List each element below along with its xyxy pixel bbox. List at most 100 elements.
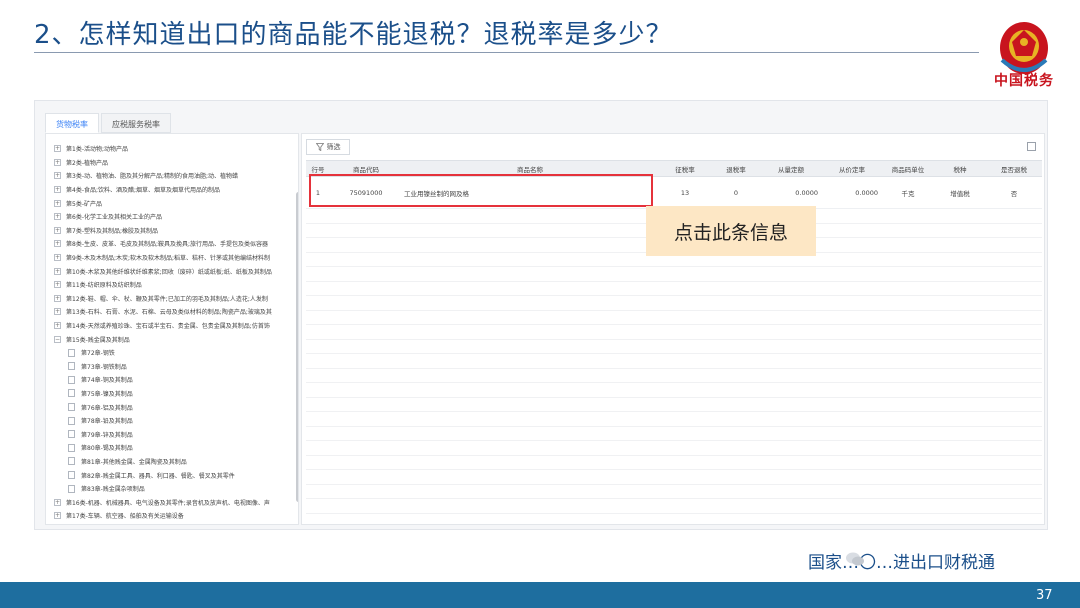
expand-icon[interactable]: +	[54, 213, 61, 221]
tree-chapter-item[interactable]: 第73章-钢铁制品	[54, 360, 290, 374]
document-icon	[68, 443, 75, 452]
expand-icon[interactable]: +	[54, 158, 61, 166]
empty-table-row	[306, 369, 1042, 383]
tree-category-item[interactable]: + 第5类-矿产品	[54, 196, 290, 210]
tree-category-item[interactable]: + 第11类-纺织原料及纺织制品	[54, 278, 290, 292]
tab-service-tax-rate[interactable]: 应税服务税率	[101, 113, 171, 133]
tree-category-item[interactable]: + 第6类-化学工业及其相关工业的产品	[54, 210, 290, 224]
tree-item-label: 第4类-食品;饮料、酒及醋;烟草、烟草及烟草代用品的制品	[66, 187, 221, 195]
tree-item-label: 第80章-锡及其制品	[81, 445, 133, 453]
tree-category-item[interactable]: + 第3类-动、植物油、脂及其分解产品;精制的食用油脂;动、植物蜡	[54, 169, 290, 183]
tree-category-item[interactable]: + 第9类-木及木制品;木炭;软木及软木制品;稻草、秸秆、针茅或其他编结材料制	[54, 251, 290, 265]
tree-chapter-item[interactable]: 第76章-铝及其制品	[54, 400, 290, 414]
document-icon	[68, 416, 75, 425]
expand-icon[interactable]: +	[54, 226, 61, 234]
slide-title: 2、怎样知道出口的商品能不能退税？退税率是多少？	[34, 20, 673, 50]
expand-icon[interactable]: +	[54, 498, 61, 506]
col-header-refund-rate[interactable]: 退税率	[712, 161, 760, 176]
tree-item-label: 第11类-纺织原料及纺织制品	[66, 282, 142, 290]
wechat-icon	[846, 552, 864, 566]
col-header-levy-rate[interactable]: 征税率	[658, 161, 712, 176]
empty-table-row	[306, 383, 1042, 398]
col-header-tax-type[interactable]: 税种	[934, 161, 986, 176]
tree-scrollbar[interactable]	[296, 192, 298, 502]
category-tree: + 第1类-活动物;动物产品 + 第2类-植物产品 + 第3类-动、植物油、脂及其分解产品…	[54, 142, 290, 523]
tree-item-label: 第7类-塑料及其制品;橡胶及其制品	[66, 227, 159, 235]
expand-icon[interactable]: +	[54, 322, 61, 330]
instruction-callout: 点击此条信息	[646, 206, 816, 256]
empty-table-row	[306, 267, 1042, 282]
filter-button[interactable]: 筛选	[306, 139, 350, 155]
tree-category-item[interactable]: + 第2类-植物产品	[54, 156, 290, 170]
cell-levy-rate: 13	[680, 188, 690, 197]
tree-chapter-item[interactable]: 第81章-其他贱金属、金属陶瓷及其制品	[54, 455, 290, 469]
document-icon	[68, 484, 75, 493]
expand-icon[interactable]: +	[54, 240, 61, 248]
tree-category-item[interactable]: + 第8类-生皮、皮革、毛皮及其制品;鞍具及挽具;旅行用品、手提包及类似容器	[54, 237, 290, 251]
tree-category-item[interactable]: + 第10类-木浆及其他纤维状纤维素浆;回收（废碎）纸或纸板;纸、纸板及其制品	[54, 264, 290, 278]
tree-item-label: 第5类-矿产品	[66, 200, 102, 208]
tree-item-label: 第9类-木及木制品;木炭;软木及软木制品;稻草、秸秆、针茅或其他编结材料制	[66, 255, 271, 263]
column-settings-icon[interactable]	[1027, 142, 1036, 151]
tree-item-label: 第10类-木浆及其他纤维状纤维素浆;回收（废碎）纸或纸板;纸、纸板及其制品	[66, 268, 272, 276]
col-header-ad-valorem-rate[interactable]: 从价定率	[822, 161, 882, 176]
tree-category-item[interactable]: + 第4类-食品;饮料、酒及醋;烟草、烟草及烟草代用品的制品	[54, 183, 290, 197]
tree-category-item[interactable]: + 第13类-石料、石膏、水泥、石棉、云母及类似材料的制品;陶瓷产品;玻璃及其	[54, 305, 290, 319]
footer-bar	[0, 582, 1080, 608]
collapse-icon[interactable]: −	[54, 335, 61, 343]
tree-category-item[interactable]: + 第12类-鞋、帽、伞、杖、鞭及其零件;已加工的羽毛及其制品;人造花;人发制	[54, 292, 290, 306]
tree-category-item[interactable]: + 第7类-塑料及其制品;橡胶及其制品	[54, 224, 290, 238]
tree-chapter-item[interactable]: 第75章-镍及其制品	[54, 387, 290, 401]
cell-specific-amount: 0.0000	[795, 188, 818, 197]
row-highlight-box	[309, 174, 653, 207]
tree-category-item[interactable]: + 第14类-天然或养殖珍珠、宝石或半宝石、贵金属、包贵金属及其制品;仿首饰	[54, 319, 290, 333]
tree-chapter-item[interactable]: 第72章-钢铁	[54, 346, 290, 360]
expand-icon[interactable]: +	[54, 294, 61, 302]
col-header-specific-amount[interactable]: 从量定额	[760, 161, 822, 176]
tree-chapter-item[interactable]: 第83章-贱金属杂项制品	[54, 482, 290, 496]
document-icon	[68, 430, 75, 439]
tree-item-label: 第78章-铅及其制品	[81, 418, 133, 426]
expand-icon[interactable]: +	[54, 145, 61, 153]
document-icon	[68, 389, 75, 398]
tree-category-item[interactable]: + 第1类-活动物;动物产品	[54, 142, 290, 156]
expand-icon[interactable]: +	[54, 186, 61, 194]
tree-category-item[interactable]: + 第16类-机器、机械器具、电气设备及其零件;录音机及放声机、电视图像、声	[54, 495, 290, 509]
tree-chapter-item[interactable]: 第78章-铅及其制品	[54, 414, 290, 428]
tree-item-label: 第3类-动、植物油、脂及其分解产品;精制的食用油脂;动、植物蜡	[66, 173, 239, 181]
tree-category-item[interactable]: − 第15类-贱金属及其制品	[54, 332, 290, 346]
tree-chapter-item[interactable]: 第82章-贱金属工具、器具、利口器、餐匙、餐叉及其零件	[54, 468, 290, 482]
tree-chapter-item[interactable]: 第74章-铜及其制品	[54, 373, 290, 387]
tree-item-label: 第12类-鞋、帽、伞、杖、鞭及其零件;已加工的羽毛及其制品;人造花;人发制	[66, 295, 268, 303]
cell-tax-type: 增值税	[950, 189, 970, 198]
tree-item-label: 第76章-铝及其制品	[81, 404, 133, 412]
expand-icon[interactable]: +	[54, 254, 61, 262]
empty-table-row	[306, 311, 1042, 325]
document-icon	[68, 403, 75, 412]
tree-chapter-item[interactable]: 第79章-锌及其制品	[54, 427, 290, 441]
cell-unit: 千克	[901, 189, 915, 198]
expand-icon[interactable]: +	[54, 281, 61, 289]
tree-chapter-item[interactable]: 第80章-锡及其制品	[54, 441, 290, 455]
tree-item-label: 第82章-贱金属工具、器具、利口器、餐匙、餐叉及其零件	[81, 472, 235, 480]
expand-icon[interactable]: +	[54, 267, 61, 275]
cell-refundable: 否	[1010, 189, 1018, 198]
cell-refund-rate: 0	[733, 188, 739, 197]
tab-goods-tax-rate[interactable]: 货物税率	[45, 113, 99, 133]
expand-icon[interactable]: +	[54, 172, 61, 180]
document-icon	[68, 457, 75, 466]
expand-icon[interactable]: +	[54, 308, 61, 316]
expand-icon[interactable]: +	[54, 512, 61, 520]
col-header-refundable[interactable]: 是否退税	[986, 161, 1042, 176]
col-header-unit[interactable]: 商品码单位	[882, 161, 934, 176]
expand-icon[interactable]: +	[54, 199, 61, 207]
filter-label: 筛选	[326, 143, 341, 151]
document-icon	[68, 348, 75, 357]
funnel-icon	[315, 143, 324, 151]
tree-item-label: 第73章-钢铁制品	[81, 363, 127, 371]
tree-item-label: 第2类-植物产品	[66, 159, 108, 167]
tab-bar: 货物税率 应税服务税率	[45, 113, 173, 133]
tree-item-label: 第17类-车辆、航空器、船舶及有关运输设备	[66, 513, 184, 521]
tree-category-item[interactable]: + 第17类-车辆、航空器、船舶及有关运输设备	[54, 509, 290, 523]
tax-rate-app: 货物税率 应税服务税率 + 第1类-活动物;动物产品 + 第2类-植物产品 + 第3类-动…	[34, 100, 1048, 530]
